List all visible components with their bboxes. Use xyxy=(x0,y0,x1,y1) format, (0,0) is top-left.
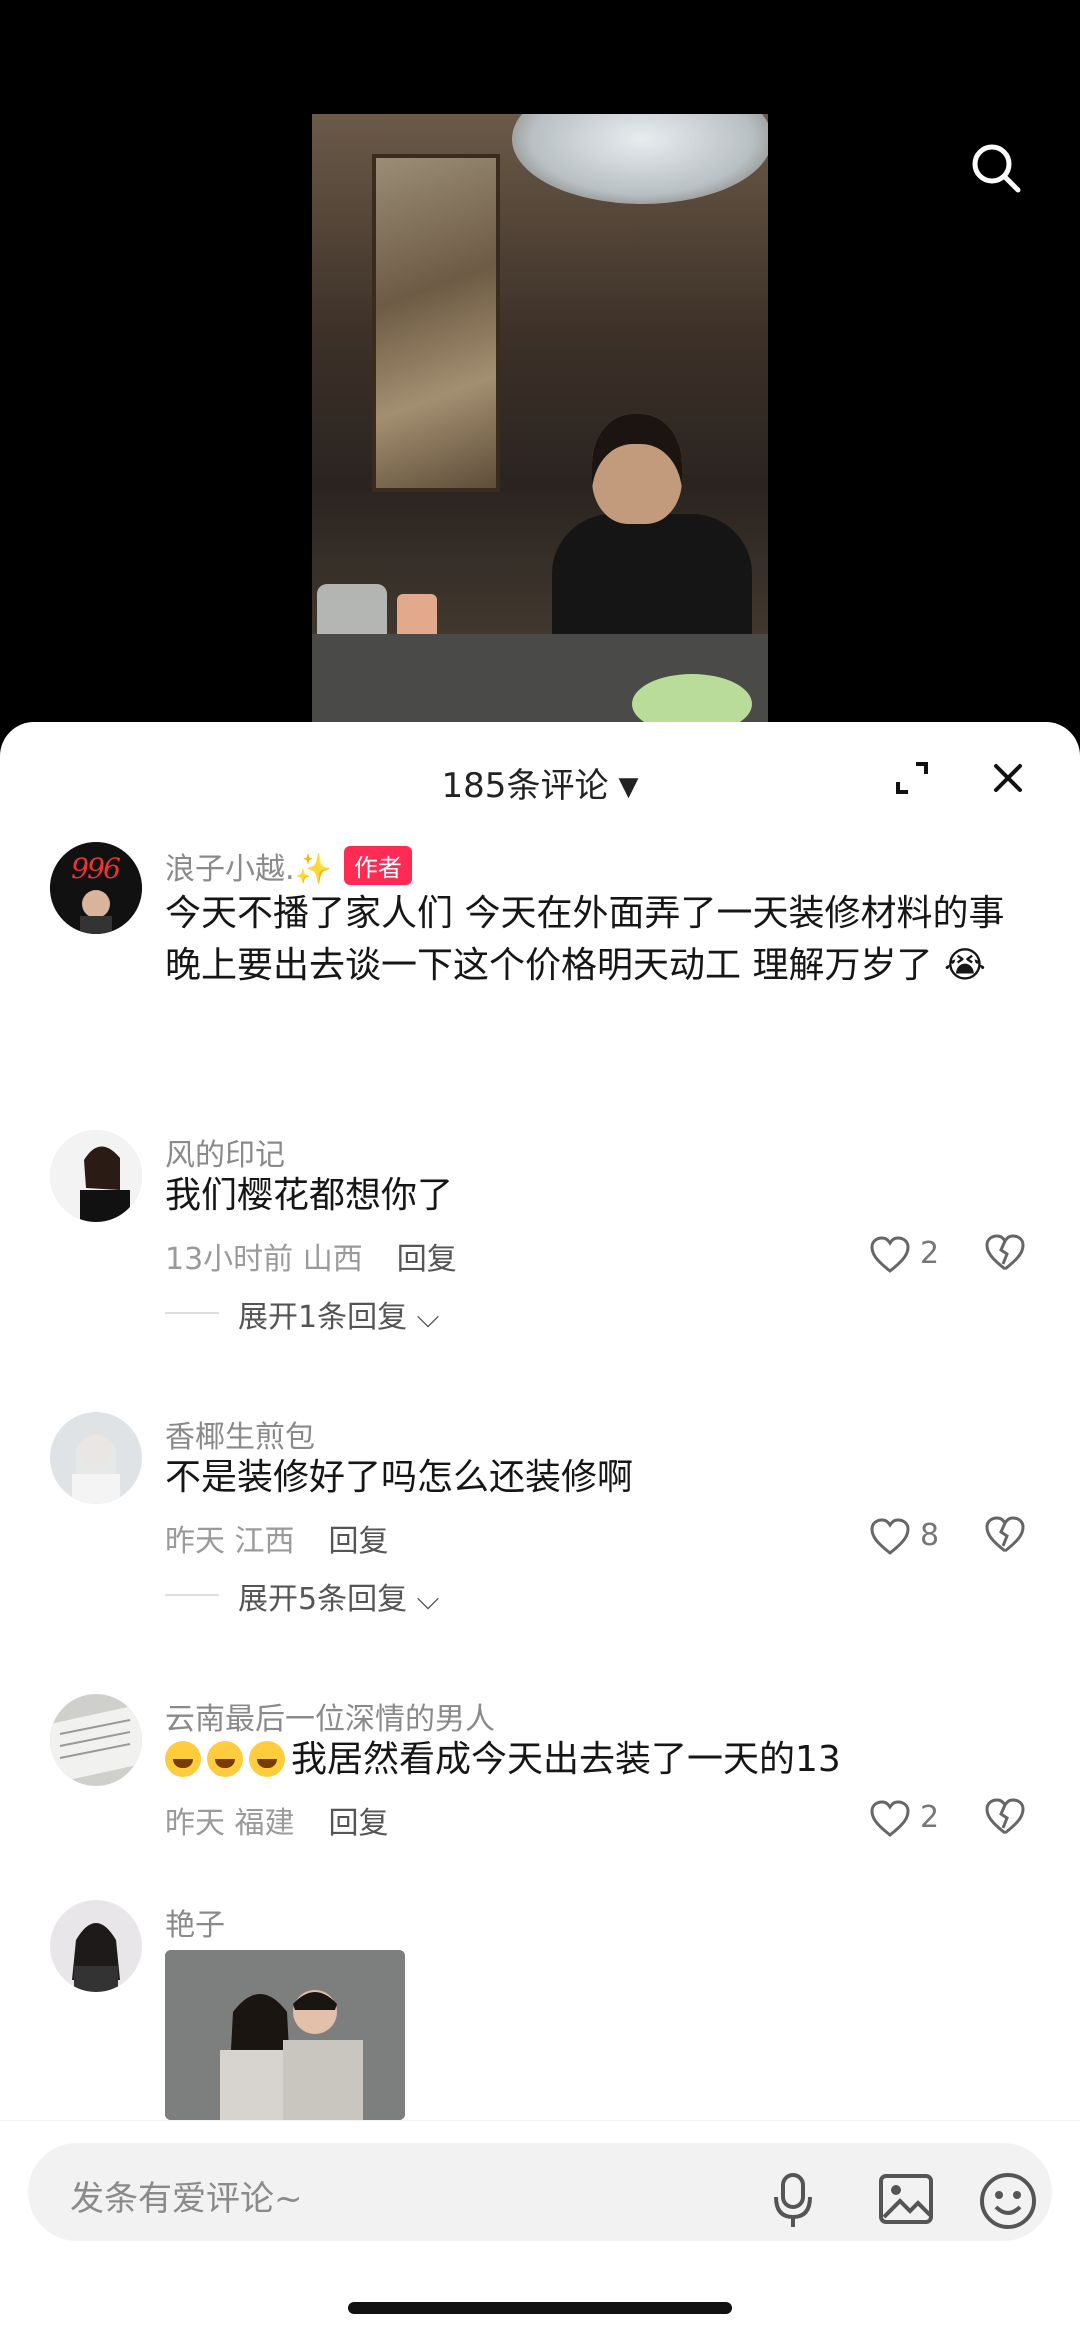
expand-icon[interactable] xyxy=(892,758,932,798)
username[interactable]: 香椰生煎包 xyxy=(165,1412,315,1456)
username[interactable]: 风的印记 xyxy=(165,1130,285,1174)
close-icon[interactable] xyxy=(988,758,1028,798)
broken-heart-icon xyxy=(985,1234,1025,1271)
comment-text: 不是装修好了吗怎么还装修啊 xyxy=(165,1457,634,1498)
username[interactable]: 浪子小越.✨ 作者 xyxy=(165,844,412,888)
dislike-button[interactable] xyxy=(985,1798,1029,1842)
username[interactable]: 艳子 xyxy=(165,1900,225,1944)
comment-meta: 昨天 江西 回复 xyxy=(165,1516,389,1560)
home-indicator[interactable] xyxy=(348,2302,732,2314)
comment-text: 我居然看成今天出去装了一天的13 xyxy=(165,1734,1015,1786)
comment-sheet: 185条评论 ▼ 996 浪子小越.✨ 作者 今天不播了家人们 今天在外面弄了一天装… xyxy=(0,722,1080,2337)
comment-time: 昨天 xyxy=(165,1806,225,1841)
avatar[interactable] xyxy=(50,1130,142,1222)
heart-icon xyxy=(870,1518,910,1555)
like-count: 2 xyxy=(920,1236,940,1271)
broken-heart-icon xyxy=(985,1798,1025,1835)
heart-icon xyxy=(870,1800,910,1837)
comment-text: 今天不播了家人们 今天在外面弄了一天装修材料的事 晚上要出去谈一下这个价格明天动… xyxy=(165,893,1005,986)
expand-replies-button[interactable]: 展开1条回复 ⌵ xyxy=(238,1292,439,1336)
like-button[interactable]: 2 xyxy=(870,1234,960,1278)
dislike-button[interactable] xyxy=(985,1234,1029,1278)
broken-heart-icon xyxy=(985,1516,1025,1553)
laughing-emoji-icon xyxy=(249,1741,285,1777)
like-button[interactable]: 8 xyxy=(870,1516,960,1560)
divider xyxy=(165,1312,219,1314)
comment-meta: 昨天 福建 回复 xyxy=(165,1798,389,1842)
reply-button[interactable]: 回复 xyxy=(397,1242,457,1277)
dislike-button[interactable] xyxy=(985,1516,1029,1560)
image-icon[interactable] xyxy=(878,2173,934,2225)
laughing-emoji-icon xyxy=(165,1741,201,1777)
comment-location: 福建 xyxy=(234,1806,295,1841)
search-icon[interactable] xyxy=(970,142,1022,194)
like-count: 8 xyxy=(920,1518,940,1553)
avatar[interactable]: 996 xyxy=(50,842,142,934)
emoji-icon[interactable] xyxy=(978,2171,1038,2231)
avatar[interactable] xyxy=(50,1412,142,1504)
comment-location: 江西 xyxy=(234,1524,295,1559)
like-count: 2 xyxy=(920,1800,940,1835)
comment-meta: 13小时前 山西 回复 xyxy=(165,1234,457,1278)
avatar[interactable] xyxy=(50,1694,142,1786)
chevron-down-icon: ⌵ xyxy=(416,1300,440,1335)
wall-poster xyxy=(372,154,500,492)
divider xyxy=(165,1594,219,1596)
laughing-emoji-icon xyxy=(207,1741,243,1777)
expand-replies-button[interactable]: 展开5条回复 ⌵ xyxy=(238,1574,439,1618)
svg-text:6: 6 xyxy=(103,852,121,885)
comment-text: 我们樱花都想你了 xyxy=(165,1175,454,1216)
comment-header: 185条评论 ▼ xyxy=(0,722,1080,832)
crying-emoji-icon: 😭 xyxy=(943,945,986,986)
comment-input[interactable]: 发条有爱评论~ xyxy=(28,2143,1052,2241)
sparkle-icon: ✨ xyxy=(294,852,332,887)
svg-text:9: 9 xyxy=(71,852,89,885)
comment-image[interactable] xyxy=(165,1950,405,2120)
ceiling-lamp xyxy=(512,114,768,204)
chevron-down-icon: ⌵ xyxy=(416,1582,440,1617)
comment-time: 13小时前 xyxy=(165,1242,294,1277)
microphone-icon[interactable] xyxy=(773,2173,813,2229)
caret-down-icon: ▼ xyxy=(618,772,639,802)
video-preview[interactable] xyxy=(312,114,768,734)
username[interactable]: 云南最后一位深情的男人 xyxy=(165,1694,495,1738)
comment-location: 山西 xyxy=(302,1242,363,1277)
like-button[interactable]: 2 xyxy=(870,1798,960,1842)
reply-button[interactable]: 回复 xyxy=(329,1524,389,1559)
comment-input-placeholder: 发条有爱评论~ xyxy=(70,2179,303,2219)
reply-button[interactable]: 回复 xyxy=(329,1806,389,1841)
avatar[interactable] xyxy=(50,1900,142,1992)
heart-icon xyxy=(870,1236,910,1273)
author-badge: 作者 xyxy=(343,846,412,885)
comment-time: 昨天 xyxy=(165,1524,225,1559)
